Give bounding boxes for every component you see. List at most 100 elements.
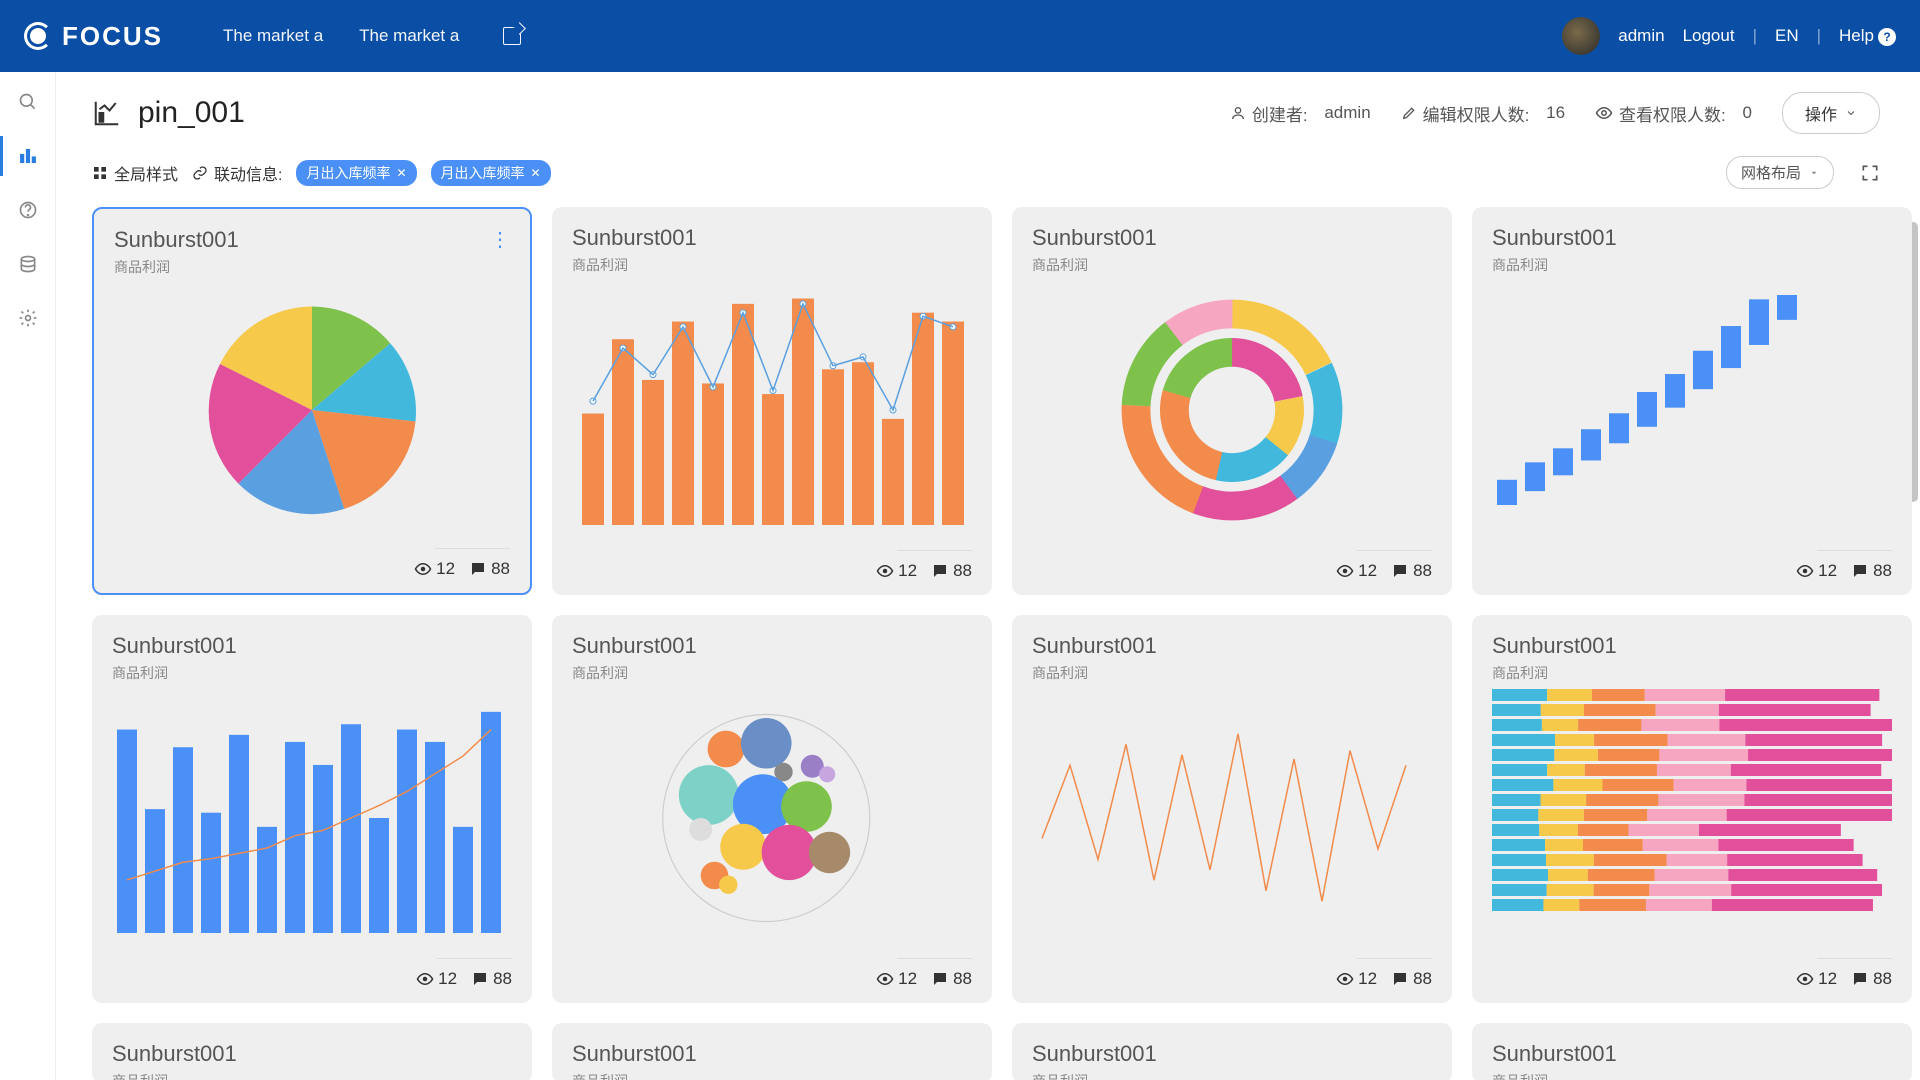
- chart-card[interactable]: Sunburst001 商品利润: [1472, 1023, 1912, 1080]
- close-icon[interactable]: ✕: [396, 166, 406, 180]
- lang-toggle[interactable]: EN: [1775, 26, 1799, 46]
- card-title: Sunburst001: [572, 225, 697, 251]
- card-title: Sunburst001: [572, 1041, 697, 1067]
- chart-card[interactable]: Sunburst001 商品利润: [92, 1023, 532, 1080]
- dashboard-icon[interactable]: [16, 144, 40, 168]
- filter-chip-1[interactable]: 月出入库频率✕: [296, 160, 416, 186]
- layout-select[interactable]: 网格布局: [1726, 156, 1834, 189]
- comments-count: 88: [469, 559, 510, 579]
- card-subtitle: 商品利润: [572, 1071, 697, 1080]
- card-title: Sunburst001: [572, 633, 697, 659]
- username[interactable]: admin: [1618, 26, 1664, 46]
- card-title: Sunburst001: [1032, 225, 1157, 251]
- views-count: 12: [1336, 969, 1377, 989]
- card-title: Sunburst001: [1492, 225, 1617, 251]
- comments-count: 88: [931, 561, 972, 581]
- card-subtitle: 商品利润: [1492, 255, 1617, 275]
- chart-card[interactable]: Sunburst001商品利润 1288: [1012, 615, 1452, 1003]
- views-count: 12: [414, 559, 455, 579]
- bubble-chart: [657, 703, 887, 933]
- comments-count: 88: [1851, 561, 1892, 581]
- page-title: pin_001: [138, 96, 245, 130]
- views-count: 12: [876, 969, 917, 989]
- nav-item-1[interactable]: The market a: [223, 26, 323, 46]
- card-title: Sunburst001: [112, 633, 237, 659]
- user-box: admin Logout | EN | Help?: [1562, 17, 1896, 55]
- topbar: FOCUS The market a The market a admin Lo…: [0, 0, 1920, 72]
- help-icon: ?: [1878, 28, 1896, 46]
- views-count: 12: [876, 561, 917, 581]
- comments-count: 88: [931, 969, 972, 989]
- chart-card[interactable]: Sunburst001 商品利润: [552, 1023, 992, 1080]
- page-header: pin_001 创建者: admin 编辑权限人数: 16 查看权限人数: 0 …: [92, 92, 1880, 134]
- toolbar: 全局样式 联动信息: 月出入库频率✕ 月出入库频率✕ 网格布局: [92, 156, 1880, 189]
- logo[interactable]: FOCUS: [24, 21, 163, 52]
- chart-icon: [92, 98, 122, 128]
- nav-links: The market a The market a: [223, 26, 521, 46]
- card-title: Sunburst001: [112, 1041, 237, 1067]
- card-subtitle: 商品利润: [112, 1071, 237, 1080]
- chart-card[interactable]: Sunburst001 商品利润 12 88: [552, 615, 992, 1003]
- card-title: Sunburst001: [1032, 633, 1157, 659]
- card-grid: Sunburst001 商品利润 ⋮: [92, 207, 1880, 1080]
- card-title: Sunburst001: [1492, 1041, 1617, 1067]
- view-perm-meta: 查看权限人数: 0: [1595, 101, 1752, 126]
- link-info-label: 联动信息:: [192, 161, 282, 185]
- gear-icon[interactable]: [16, 306, 40, 330]
- chevron-down-icon: [1845, 107, 1857, 119]
- avatar[interactable]: [1562, 17, 1600, 55]
- card-subtitle: 商品利润: [114, 257, 239, 277]
- card-subtitle: 商品利润: [1032, 255, 1157, 275]
- filter-chip-2[interactable]: 月出入库频率✕: [431, 160, 551, 186]
- card-subtitle: 商品利润: [112, 663, 237, 683]
- kebab-icon[interactable]: ⋮: [490, 227, 510, 252]
- operation-button[interactable]: 操作: [1782, 92, 1880, 134]
- comments-count: 88: [1391, 969, 1432, 989]
- card-title: Sunburst001: [1492, 633, 1617, 659]
- line-chart: [1032, 703, 1432, 933]
- creator-meta: 创建者: admin: [1230, 101, 1371, 126]
- logout-link[interactable]: Logout: [1683, 26, 1735, 46]
- close-icon[interactable]: ✕: [531, 166, 541, 180]
- fullscreen-icon[interactable]: [1860, 163, 1880, 183]
- comments-count: 88: [471, 969, 512, 989]
- help-circle-icon[interactable]: [16, 198, 40, 222]
- help-link[interactable]: Help?: [1839, 26, 1896, 46]
- nav-item-2[interactable]: The market a: [359, 26, 459, 46]
- chart-card[interactable]: Sunburst001 商品利润: [1012, 207, 1452, 595]
- card-subtitle: 商品利润: [1492, 1071, 1617, 1080]
- chart-card[interactable]: Sunburst001 商品利润 12 88: [1472, 615, 1912, 1003]
- views-count: 12: [1336, 561, 1377, 581]
- chart-card[interactable]: Sunburst001商品利润 1288: [1472, 207, 1912, 595]
- edit-icon[interactable]: [503, 27, 521, 45]
- chart-card[interactable]: Sunburst001 商品利润 12 88: [552, 207, 992, 595]
- database-icon[interactable]: [16, 252, 40, 276]
- card-title: Sunburst001: [1032, 1041, 1157, 1067]
- chart-card[interactable]: Sunburst001 商品利润 ⋮: [92, 207, 532, 595]
- divider: |: [1753, 26, 1757, 46]
- divider: |: [1817, 26, 1821, 46]
- views-count: 12: [416, 969, 457, 989]
- sidebar: [0, 72, 56, 1080]
- brand-text: FOCUS: [62, 21, 163, 52]
- bar-line-chart: [112, 703, 512, 933]
- stacked-bar-chart: [1492, 689, 1892, 919]
- comments-count: 88: [1391, 561, 1432, 581]
- search-icon[interactable]: [16, 90, 40, 114]
- card-subtitle: 商品利润: [1032, 1071, 1157, 1080]
- chart-card[interactable]: Sunburst001 商品利润 12 88: [92, 615, 532, 1003]
- waterfall-chart: [1492, 295, 1892, 525]
- card-subtitle: 商品利润: [572, 663, 697, 683]
- card-subtitle: 商品利润: [572, 255, 697, 275]
- chart-card[interactable]: Sunburst001 商品利润: [1012, 1023, 1452, 1080]
- card-subtitle: 商品利润: [1492, 663, 1617, 683]
- global-style-button[interactable]: 全局样式: [92, 161, 178, 185]
- caret-down-icon: [1809, 168, 1819, 178]
- views-count: 12: [1796, 969, 1837, 989]
- pie-chart: [197, 295, 427, 525]
- main-content: pin_001 创建者: admin 编辑权限人数: 16 查看权限人数: 0 …: [56, 72, 1920, 1080]
- comments-count: 88: [1851, 969, 1892, 989]
- edit-perm-meta: 编辑权限人数: 16: [1401, 101, 1565, 126]
- card-title: Sunburst001: [114, 227, 239, 253]
- donut-chart: [1112, 290, 1352, 530]
